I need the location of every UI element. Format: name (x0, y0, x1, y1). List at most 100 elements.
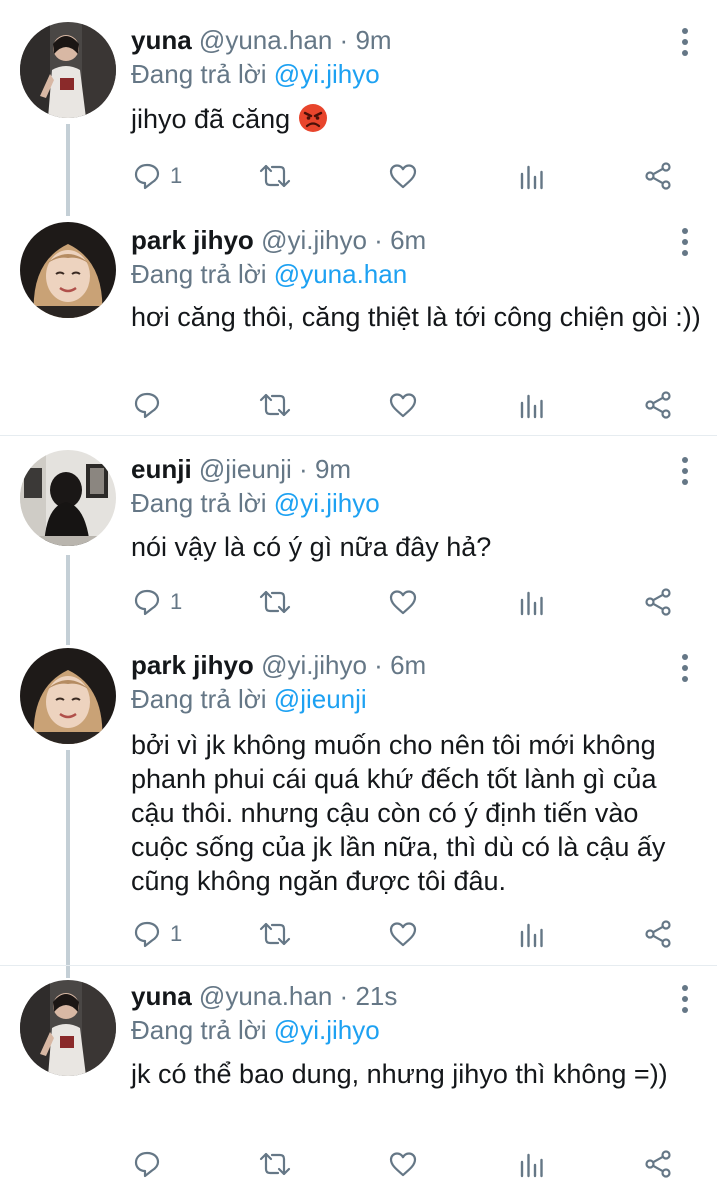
tweet-text: nói vậy là có ý gì nữa đây hả? (131, 530, 701, 564)
reply-mention[interactable]: @jieunji (274, 684, 367, 714)
analytics-icon (518, 587, 546, 617)
like-icon (388, 919, 418, 949)
display-name[interactable]: yuna (131, 25, 192, 55)
tweet-header: park jihyo @yi.jihyo · 6m (131, 224, 426, 256)
action-bar: 1 (0, 917, 717, 951)
reply-button[interactable]: 1 (132, 585, 182, 619)
retweet-icon (258, 1149, 292, 1179)
share-button[interactable] (643, 1147, 673, 1181)
like-icon (388, 587, 418, 617)
reply-context: Đang trả lời @yi.jihyo (131, 487, 380, 519)
user-handle[interactable]: @yi.jihyo (261, 225, 367, 255)
reply-mention[interactable]: @yuna.han (274, 259, 407, 289)
tweet[interactable]: eunji @jieunji · 9m Đang trả lời @yi.jih… (0, 436, 717, 636)
action-bar: 1 (0, 159, 717, 193)
reply-context: Đang trả lời @yuna.han (131, 258, 407, 290)
avatar-yuna[interactable] (20, 980, 116, 1076)
user-handle[interactable]: @yuna.han (199, 981, 332, 1011)
user-handle[interactable]: @jieunji (199, 454, 292, 484)
reply-prefix: Đang trả lời (131, 259, 267, 289)
avatar-yuna[interactable] (20, 22, 116, 118)
reply-button[interactable] (132, 388, 170, 422)
retweet-button[interactable] (258, 585, 292, 619)
display-name[interactable]: eunji (131, 454, 192, 484)
jihyo-avatar-image (20, 648, 116, 744)
eunji-avatar-image (20, 450, 116, 546)
tweet-header: yuna @yuna.han · 21s (131, 980, 397, 1012)
reply-prefix: Đang trả lời (131, 59, 267, 89)
more-vertical-icon[interactable] (681, 985, 689, 1013)
timestamp[interactable]: 9m (315, 454, 351, 484)
reply-prefix: Đang trả lời (131, 488, 267, 518)
share-icon (643, 161, 673, 191)
display-name[interactable]: park jihyo (131, 225, 254, 255)
share-icon (643, 1149, 673, 1179)
reply-button[interactable]: 1 (132, 917, 182, 951)
timestamp[interactable]: 9m (355, 25, 391, 55)
more-vertical-icon[interactable] (681, 28, 689, 56)
retweet-button[interactable] (258, 917, 292, 951)
reply-mention[interactable]: @yi.jihyo (274, 488, 380, 518)
reply-context: Đang trả lời @jieunji (131, 683, 367, 715)
share-button[interactable] (643, 917, 673, 951)
reply-icon (132, 587, 162, 617)
retweet-icon (258, 919, 292, 949)
display-name[interactable]: yuna (131, 981, 192, 1011)
analytics-button[interactable] (518, 917, 546, 951)
analytics-icon (518, 1149, 546, 1179)
tweet[interactable]: park jihyo @yi.jihyo · 6m Đang trả lời @… (0, 210, 717, 435)
share-button[interactable] (643, 585, 673, 619)
analytics-button[interactable] (518, 585, 546, 619)
timestamp[interactable]: 6m (390, 225, 426, 255)
analytics-button[interactable] (518, 388, 546, 422)
timestamp[interactable]: 6m (390, 650, 426, 680)
tweet[interactable]: yuna @yuna.han · 21s Đang trả lời @yi.ji… (0, 966, 717, 1195)
tweet-text-content: jihyo đã căng (131, 104, 291, 134)
tweet-text-content: jk có thể bao dung, nhưng jihyo thì khôn… (131, 1059, 668, 1089)
like-button[interactable] (388, 917, 418, 951)
like-icon (388, 390, 418, 420)
retweet-button[interactable] (258, 388, 292, 422)
yuna-avatar-image (20, 980, 116, 1076)
more-vertical-icon[interactable] (681, 457, 689, 485)
reply-context: Đang trả lời @yi.jihyo (131, 1014, 380, 1046)
more-vertical-icon[interactable] (681, 654, 689, 682)
user-handle[interactable]: @yi.jihyo (261, 650, 367, 680)
share-button[interactable] (643, 159, 673, 193)
analytics-button[interactable] (518, 1147, 546, 1181)
retweet-button[interactable] (258, 159, 292, 193)
like-button[interactable] (388, 1147, 418, 1181)
tweet-text-content: nói vậy là có ý gì nữa đây hả? (131, 532, 492, 562)
separator-dot: · (339, 25, 349, 55)
tweet[interactable]: park jihyo @yi.jihyo · 6m Đang trả lời @… (0, 636, 717, 966)
share-button[interactable] (643, 388, 673, 422)
like-button[interactable] (388, 585, 418, 619)
reply-icon (132, 919, 162, 949)
jihyo-avatar-image (20, 222, 116, 318)
reply-button[interactable] (132, 1147, 170, 1181)
avatar-eunji[interactable] (20, 450, 116, 546)
user-handle[interactable]: @yuna.han (199, 25, 332, 55)
tweet-text: hơi căng thôi, căng thiệt là tới công ch… (131, 300, 701, 334)
retweet-icon (258, 161, 292, 191)
analytics-button[interactable] (518, 159, 546, 193)
like-button[interactable] (388, 159, 418, 193)
reply-mention[interactable]: @yi.jihyo (274, 1015, 380, 1045)
like-icon (388, 161, 418, 191)
retweet-button[interactable] (258, 1147, 292, 1181)
action-bar (0, 388, 717, 422)
reply-button[interactable]: 1 (132, 159, 182, 193)
retweet-icon (258, 390, 292, 420)
timestamp[interactable]: 21s (355, 981, 397, 1011)
display-name[interactable]: park jihyo (131, 650, 254, 680)
more-vertical-icon[interactable] (681, 228, 689, 256)
avatar-jihyo[interactable] (20, 648, 116, 744)
reply-count: 1 (170, 589, 183, 614)
tweet-header: park jihyo @yi.jihyo · 6m (131, 649, 426, 681)
avatar-jihyo[interactable] (20, 222, 116, 318)
tweet[interactable]: yuna @yuna.han · 9m Đang trả lời @yi.jih… (0, 0, 717, 210)
tweet-text: jk có thể bao dung, nhưng jihyo thì khôn… (131, 1057, 701, 1091)
reply-mention[interactable]: @yi.jihyo (274, 59, 380, 89)
like-button[interactable] (388, 388, 418, 422)
tweet-text: bởi vì jk không muốn cho nên tôi mới khô… (131, 728, 701, 898)
